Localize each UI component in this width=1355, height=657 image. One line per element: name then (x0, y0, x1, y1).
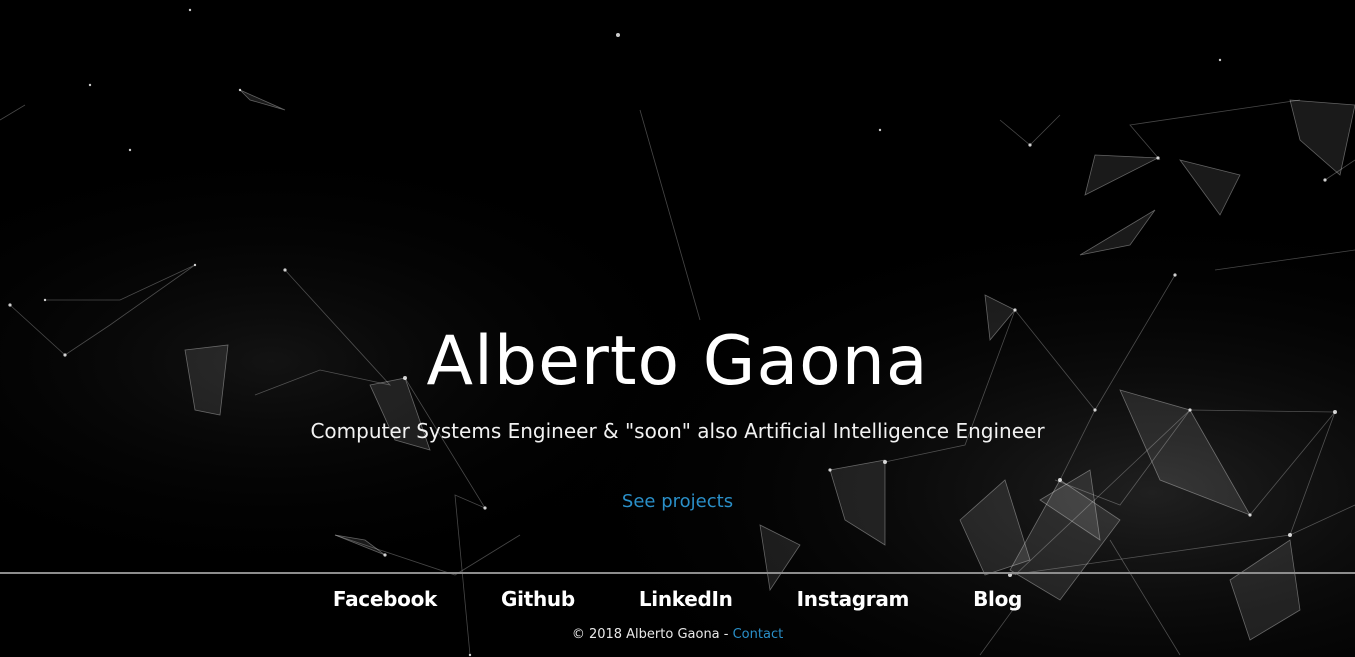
footer-copyright: © 2018 Alberto Gaona - Contact (0, 626, 1355, 644)
footer-divider (0, 572, 1355, 574)
facebook-link[interactable]: Facebook (333, 587, 437, 611)
instagram-link[interactable]: Instagram (797, 587, 910, 611)
social-item-instagram: Instagram (797, 584, 910, 614)
hero-section: Alberto Gaona Computer Systems Engineer … (0, 0, 1355, 572)
social-item-linkedin: LinkedIn (639, 584, 733, 614)
see-projects-container: See projects (0, 489, 1355, 515)
contact-link[interactable]: Contact (733, 627, 784, 642)
copyright-text: © 2018 Alberto Gaona - (571, 627, 729, 642)
social-links: Facebook Github LinkedIn Instagram Blog (0, 584, 1355, 614)
blog-link[interactable]: Blog (973, 587, 1022, 611)
social-item-facebook: Facebook (333, 584, 437, 614)
page-title: Alberto Gaona (426, 322, 929, 401)
page-subtitle: Computer Systems Engineer & "soon" also … (310, 419, 1045, 443)
linkedin-link[interactable]: LinkedIn (639, 587, 733, 611)
social-item-github: Github (501, 584, 575, 614)
see-projects-link[interactable]: See projects (622, 491, 733, 512)
github-link[interactable]: Github (501, 587, 575, 611)
social-item-blog: Blog (973, 584, 1022, 614)
